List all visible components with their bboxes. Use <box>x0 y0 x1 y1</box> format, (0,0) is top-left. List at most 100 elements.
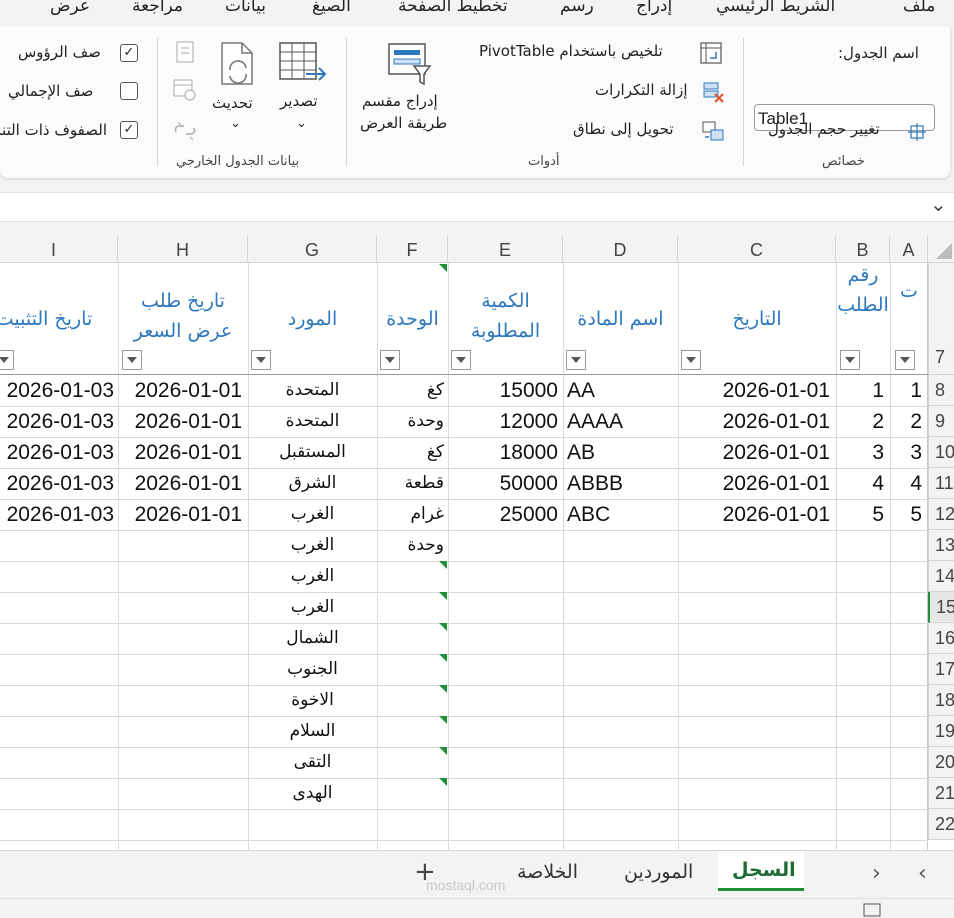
filter-dropdown-button[interactable] <box>895 350 915 370</box>
row-header[interactable]: 17 <box>928 654 954 685</box>
header-row-checkbox[interactable]: ✓ <box>120 44 138 62</box>
banded-rows-checkbox[interactable]: ✓ <box>120 121 138 139</box>
table-header-cell[interactable]: الكمية المطلوبة <box>448 286 563 346</box>
sheet-tab-suppliers[interactable]: الموردين <box>624 861 693 883</box>
filter-dropdown-button[interactable] <box>566 350 586 370</box>
cell-quote-date[interactable]: 2026-01-01 <box>135 468 242 499</box>
column-header-c[interactable]: C <box>678 236 836 263</box>
cell-supplier[interactable]: الهدى <box>248 778 377 809</box>
open-in-browser-button[interactable] <box>172 78 198 104</box>
cell-confirm-date[interactable]: 2026-01-03 <box>7 406 114 437</box>
cell-order-no[interactable]: 4 <box>872 468 884 499</box>
column-header-g[interactable]: G <box>248 236 377 263</box>
row-header[interactable]: 13 <box>928 530 954 561</box>
insert-slicer-button[interactable]: إدراج مقسم طريقة العرض <box>360 38 460 148</box>
scroll-right-arrow-icon[interactable]: ‹ <box>918 861 927 886</box>
chevron-down-icon[interactable]: ⌄ <box>930 192 947 216</box>
filter-dropdown-button[interactable] <box>251 350 271 370</box>
cell-item-name[interactable]: AA <box>567 375 595 406</box>
cell-seq[interactable]: 4 <box>910 468 922 499</box>
column-header-b[interactable]: B <box>836 236 890 263</box>
total-row-checkbox[interactable] <box>120 82 138 100</box>
pivot-table-button[interactable]: تلخيص باستخدام PivotTable <box>477 40 727 66</box>
row-header[interactable]: 12 <box>928 499 954 530</box>
cell-quote-date[interactable]: 2026-01-01 <box>135 437 242 468</box>
filter-dropdown-button[interactable] <box>451 350 471 370</box>
cell-unit[interactable]: كغ <box>427 437 444 468</box>
cell-supplier[interactable]: المتحدة <box>248 375 377 406</box>
cell-seq[interactable]: 1 <box>910 375 922 406</box>
cell-confirm-date[interactable]: 2026-01-03 <box>7 375 114 406</box>
cell-unit[interactable]: وحدة <box>407 530 444 561</box>
column-header-a[interactable]: A <box>890 236 928 263</box>
cell-quantity[interactable]: 12000 <box>500 406 558 437</box>
row-header[interactable]: 15 <box>928 592 954 623</box>
cell-supplier[interactable]: المستقبل <box>248 437 377 468</box>
cell-supplier[interactable]: الجنوب <box>248 654 377 685</box>
sheet-tab-active[interactable]: السجل <box>718 851 804 891</box>
refresh-button[interactable]: تحديث ⌄ <box>210 38 266 138</box>
cell-item-name[interactable]: AB <box>567 437 595 468</box>
row-header[interactable]: 10 <box>928 437 954 468</box>
cell-order-no[interactable]: 3 <box>872 437 884 468</box>
menu-tab-formulas[interactable]: الصيغ <box>312 0 351 16</box>
menu-tab-view[interactable]: عرض <box>50 0 90 16</box>
cell-quantity[interactable]: 50000 <box>500 468 558 499</box>
unlink-button[interactable] <box>172 118 198 144</box>
table-header-cell[interactable]: المورد <box>248 304 377 334</box>
cell-supplier[interactable]: الغرب <box>248 530 377 561</box>
cell-supplier[interactable]: الغرب <box>248 499 377 530</box>
filter-dropdown-button[interactable] <box>840 350 860 370</box>
row-header[interactable]: 11 <box>928 468 954 499</box>
cell-item-name[interactable]: ABBB <box>567 468 623 499</box>
cell-unit[interactable]: وحدة <box>407 406 444 437</box>
column-header-d[interactable]: D <box>563 236 678 263</box>
cell-quote-date[interactable]: 2026-01-01 <box>135 375 242 406</box>
table-header-cell[interactable]: تاريخ طلب عرض السعر <box>118 286 248 346</box>
cell-quantity[interactable]: 15000 <box>500 375 558 406</box>
menu-tab-draw[interactable]: رسم <box>560 0 594 16</box>
cell-quote-date[interactable]: 2026-01-01 <box>135 499 242 530</box>
row-header[interactable]: 21 <box>928 778 954 809</box>
cell-order-no[interactable]: 1 <box>872 375 884 406</box>
cell-date[interactable]: 2026-01-01 <box>723 499 830 530</box>
column-header-e[interactable]: E <box>448 236 563 263</box>
accessibility-icon[interactable] <box>862 901 884 917</box>
convert-to-range-button[interactable]: تحويل إلى نطاق <box>571 118 727 144</box>
sheet-tab-summary[interactable]: الخلاصة <box>517 861 578 883</box>
menu-tab-insert[interactable]: إدراج <box>636 0 672 16</box>
menu-tab-file[interactable]: ملف <box>903 0 935 16</box>
cell-seq[interactable]: 3 <box>910 437 922 468</box>
cell-unit[interactable]: كغ <box>427 375 444 406</box>
row-header[interactable]: 7 <box>928 263 954 375</box>
cell-quantity[interactable]: 25000 <box>500 499 558 530</box>
row-header[interactable]: 8 <box>928 375 954 406</box>
cell-item-name[interactable]: AAAA <box>567 406 623 437</box>
cell-item-name[interactable]: ABC <box>567 499 610 530</box>
menu-tab-data[interactable]: بيانات <box>225 0 266 16</box>
table-header-cell[interactable]: التاريخ <box>678 304 836 334</box>
column-header-f[interactable]: F <box>377 236 448 263</box>
row-header[interactable]: 9 <box>928 406 954 437</box>
menu-tab-home[interactable]: الشريط الرئيسي <box>716 0 835 16</box>
cell-supplier[interactable]: الغرب <box>248 592 377 623</box>
cell-date[interactable]: 2026-01-01 <box>723 375 830 406</box>
cell-supplier[interactable]: السلام <box>248 716 377 747</box>
cell-supplier[interactable]: التقى <box>248 747 377 778</box>
table-header-cell[interactable]: اسم المادة <box>563 304 678 334</box>
filter-dropdown-button[interactable] <box>681 350 701 370</box>
menu-tab-page-layout[interactable]: تخطيط الصفحة <box>398 0 508 16</box>
cell-unit[interactable]: غرام <box>410 499 444 530</box>
cell-supplier[interactable]: الشمال <box>248 623 377 654</box>
cell-confirm-date[interactable]: 2026-01-03 <box>7 437 114 468</box>
table-header-cell[interactable]: تاريخ التثبيت <box>0 304 118 334</box>
column-header-h[interactable]: H <box>118 236 248 263</box>
export-button[interactable]: تصدير ⌄ <box>276 38 334 138</box>
cell-unit[interactable]: قطعة <box>405 468 444 499</box>
cell-supplier[interactable]: الغرب <box>248 561 377 592</box>
filter-dropdown-button[interactable] <box>122 350 142 370</box>
menu-tab-review[interactable]: مراجعة <box>132 0 183 16</box>
cell-confirm-date[interactable]: 2026-01-03 <box>7 499 114 530</box>
row-header[interactable]: 20 <box>928 747 954 778</box>
cell-date[interactable]: 2026-01-01 <box>723 437 830 468</box>
